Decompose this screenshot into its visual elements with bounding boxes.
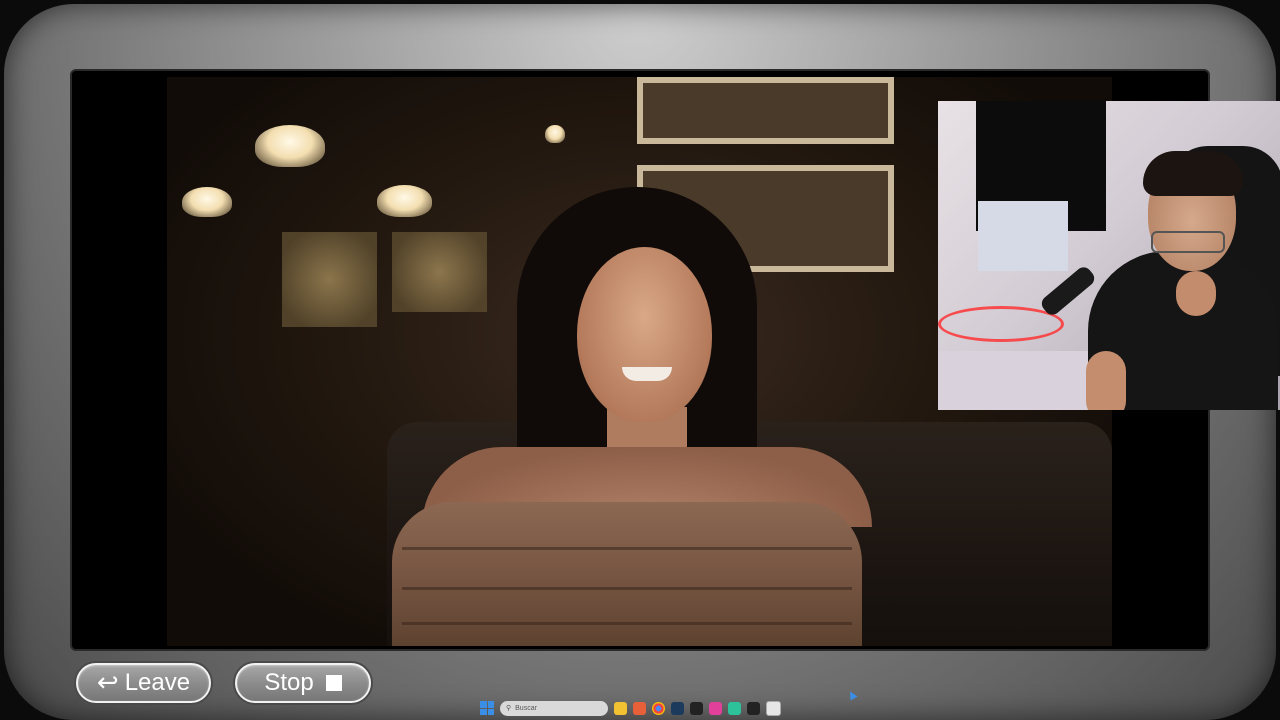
webcam-person-hair	[1143, 151, 1243, 196]
fabric-fold	[402, 587, 852, 590]
webcam-person-hand	[1176, 271, 1216, 316]
chrome-icon[interactable]	[652, 701, 665, 715]
windows-start-icon[interactable]	[480, 701, 494, 715]
fabric-fold	[402, 622, 852, 625]
stop-label: Stop	[264, 669, 314, 696]
ceiling-lamp	[182, 187, 232, 217]
return-arrow-icon: ↩	[96, 668, 119, 698]
webcam-overlay[interactable]	[938, 101, 1280, 410]
search-placeholder: Buscar	[515, 704, 537, 712]
taskbar-search[interactable]: ⚲ Buscar	[500, 700, 608, 716]
fabric-fold	[402, 547, 852, 550]
app-pink-icon[interactable]	[709, 701, 722, 715]
webcam-glasses	[1151, 231, 1225, 253]
ceiling-lamp	[545, 125, 565, 143]
stop-square-icon	[325, 675, 342, 691]
taskbar: ⚲ Buscar	[472, 697, 812, 719]
leave-label: Leave	[124, 669, 191, 696]
ceiling-lamp	[377, 185, 432, 217]
webcam-person-arm	[1086, 351, 1126, 410]
wall-picture-frame	[637, 77, 894, 144]
file-explorer-icon[interactable]	[614, 701, 627, 715]
background-window	[392, 232, 487, 312]
woman-smile	[622, 367, 672, 381]
stop-button[interactable]: Stop	[235, 663, 371, 703]
webcam-microphone	[1038, 264, 1098, 318]
app-green-icon[interactable]	[728, 701, 741, 715]
app-m-icon[interactable]	[690, 701, 703, 715]
ceiling-lamp	[255, 125, 325, 167]
background-window	[282, 232, 377, 327]
app-orange-icon[interactable]	[633, 701, 646, 715]
steam-icon[interactable]	[671, 701, 684, 715]
app-white-icon[interactable]	[766, 700, 781, 716]
app-m2-icon[interactable]	[747, 701, 760, 715]
webcam-monitor	[978, 201, 1068, 271]
woman-face	[577, 247, 712, 422]
leave-button[interactable]: ↩ Leave	[76, 663, 211, 703]
search-icon: ⚲	[506, 705, 512, 712]
